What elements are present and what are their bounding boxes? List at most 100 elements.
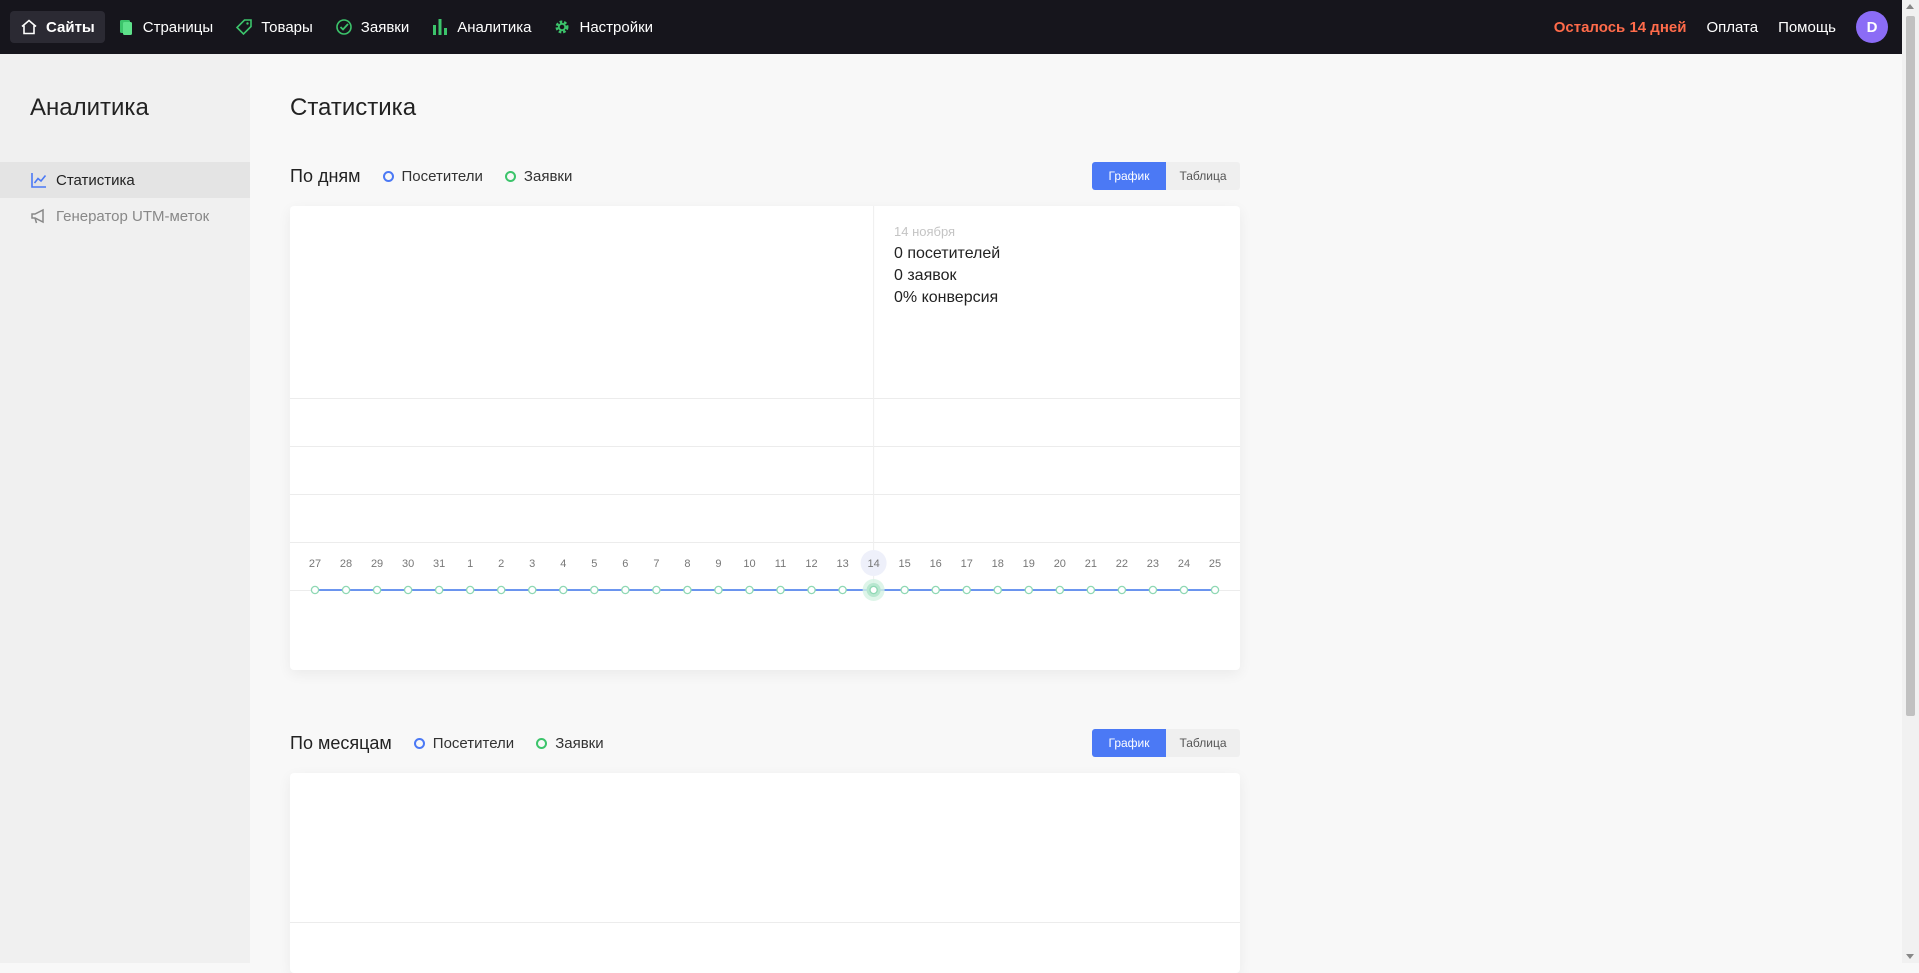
legend-label: Заявки <box>523 167 573 185</box>
sidebar-item-label: Генератор UTM-меток <box>56 207 210 225</box>
data-point <box>931 585 940 595</box>
main-nav: Сайты Страницы Товары Заявки Аналитика Н… <box>0 0 665 54</box>
data-point <box>1210 585 1220 595</box>
legend-requests[interactable]: Заявки <box>504 167 573 185</box>
data-point <box>683 585 692 595</box>
x-tick-label: 30 <box>402 558 414 570</box>
daily-view-toggle: График Таблица <box>1092 162 1240 190</box>
payment-link[interactable]: Оплата <box>1706 19 1758 36</box>
data-point <box>496 585 506 595</box>
scroll-up-arrow-icon[interactable] <box>1906 4 1914 9</box>
daily-chart[interactable]: 27 28 29 30 31 1 2 3 4 5 6 7 8 9 10 11 12 13 14 15 16 17 18 19 2… <box>290 206 1240 670</box>
legend-requests[interactable]: Заявки <box>536 735 604 752</box>
x-tick-label: 28 <box>340 558 352 570</box>
nav-item-pages[interactable]: Страницы <box>107 11 223 43</box>
sidebar-title: Аналитика <box>30 94 149 121</box>
x-tick-label: 15 <box>899 558 911 570</box>
nav-item-label: Аналитика <box>457 18 532 36</box>
trial-notice[interactable]: Осталось 14 дней <box>1554 19 1687 36</box>
data-point <box>1024 585 1034 595</box>
data-point <box>1179 585 1189 595</box>
data-point <box>962 585 971 595</box>
table-view-button[interactable]: Таблица <box>1166 162 1240 190</box>
sidebar-item-statistics[interactable]: Статистика <box>0 162 250 198</box>
line-chart-icon <box>30 171 48 189</box>
daily-section-title: По дням <box>290 165 361 186</box>
nav-item-label: Товары <box>261 18 313 36</box>
data-point <box>621 585 630 595</box>
legend-visitors[interactable]: Посетители <box>382 168 483 185</box>
x-tick-label: 6 <box>622 558 628 570</box>
help-link[interactable]: Помощь <box>1778 19 1836 36</box>
x-tick-label: 11 <box>775 558 786 570</box>
x-tick-label: 20 <box>1054 558 1066 570</box>
megaphone-icon <box>30 207 48 225</box>
chart-tooltip: 14 ноября 0 посетителей 0 заявок 0% конв… <box>894 224 1000 309</box>
nav-item-analytics[interactable]: Аналитика <box>421 11 541 43</box>
main-content: Статистика По дням Посетители Заявки Гра… <box>250 54 1902 973</box>
data-point <box>310 585 320 595</box>
data-point <box>714 585 723 595</box>
chart-view-button[interactable]: График <box>1092 162 1166 190</box>
data-point <box>559 585 568 595</box>
target-icon <box>335 18 353 36</box>
scroll-thumb[interactable] <box>1906 16 1915 716</box>
data-point <box>838 585 847 595</box>
requests-dot-icon <box>536 737 548 749</box>
x-tick-label: 29 <box>371 558 383 570</box>
x-tick-label: 4 <box>560 558 566 570</box>
nav-item-label: Настройки <box>579 18 654 36</box>
sidebar-item-label: Статистика <box>56 171 135 189</box>
monthly-section-header: По месяцам Посетители Заявки График Табл… <box>290 729 1240 757</box>
nav-item-label: Заявки <box>360 18 410 36</box>
data-point <box>1055 585 1065 595</box>
data-point <box>652 585 661 595</box>
nav-item-label: Страницы <box>142 18 214 36</box>
x-tick-label: 31 <box>433 558 445 570</box>
monthly-chart[interactable] <box>290 773 1240 973</box>
data-point <box>993 585 1003 595</box>
nav-right: Осталось 14 дней Оплата Помощь D <box>1554 0 1902 54</box>
scroll-down-arrow-icon[interactable] <box>1906 954 1914 959</box>
gear-icon <box>553 18 571 36</box>
chart-view-button[interactable]: График <box>1092 729 1166 757</box>
pages-icon <box>117 18 135 36</box>
nav-item-label: Сайты <box>46 18 95 36</box>
bar-chart-icon <box>431 18 449 36</box>
x-tick-label: 3 <box>529 558 535 570</box>
data-point <box>403 585 413 595</box>
data-point <box>590 585 599 595</box>
data-point <box>745 585 754 595</box>
sidebar: Аналитика Статистика Генератор UTM-меток <box>0 54 250 963</box>
avatar[interactable]: D <box>1856 11 1888 43</box>
data-point <box>900 585 909 595</box>
tooltip-conversion: 0% конверсия <box>894 289 999 306</box>
legend-label: Посетители <box>432 734 515 752</box>
x-tick-label: 18 <box>992 558 1004 570</box>
page-scrollbar[interactable] <box>1902 0 1919 963</box>
x-tick-label: 7 <box>653 558 659 570</box>
nav-item-settings[interactable]: Настройки <box>543 11 663 43</box>
nav-item-products[interactable]: Товары <box>225 11 323 43</box>
x-tick-label: 23 <box>1147 558 1159 570</box>
x-tick-label: 24 <box>1178 558 1190 570</box>
nav-item-sites[interactable]: Сайты <box>10 11 105 43</box>
tooltip-visitors: 0 посетителей <box>894 245 1001 262</box>
x-tick-label: 27 <box>309 558 321 570</box>
x-tick-label: 21 <box>1085 558 1097 570</box>
legend-visitors[interactable]: Посетители <box>413 734 515 752</box>
x-tick-label: 14 <box>867 558 879 570</box>
table-view-button[interactable]: Таблица <box>1166 729 1240 757</box>
nav-item-requests[interactable]: Заявки <box>325 11 419 43</box>
monthly-chart-card <box>290 773 1240 973</box>
x-tick-label: 17 <box>961 558 973 570</box>
sidebar-item-utm-generator[interactable]: Генератор UTM-меток <box>0 198 250 234</box>
data-point <box>869 585 878 595</box>
tag-icon <box>235 18 253 36</box>
daily-chart-card: 27 28 29 30 31 1 2 3 4 5 6 7 8 9 10 11 12 13 14 15 16 17 18 19 2… <box>290 206 1240 670</box>
x-tick-label: 25 <box>1209 558 1221 570</box>
monthly-section-title: По месяцам <box>290 732 392 753</box>
x-tick-label: 19 <box>1023 558 1035 570</box>
x-tick-label: 16 <box>930 558 942 570</box>
monthly-view-toggle: График Таблица <box>1092 729 1240 757</box>
